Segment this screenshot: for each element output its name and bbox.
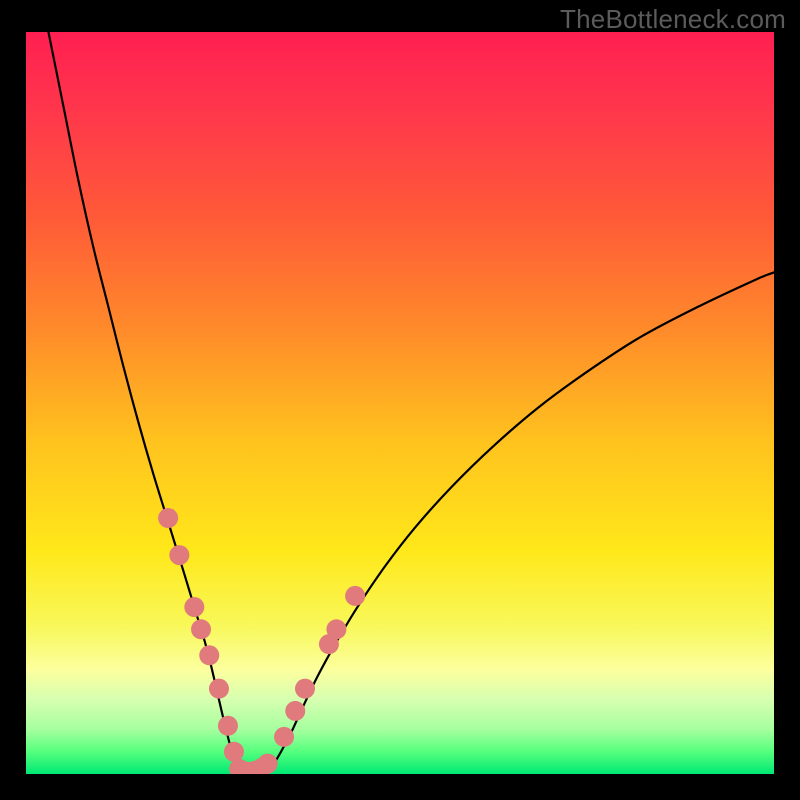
- data-marker: [345, 586, 365, 606]
- data-marker: [218, 716, 238, 736]
- data-marker: [274, 727, 294, 747]
- watermark-text: TheBottleneck.com: [560, 4, 786, 35]
- data-marker: [158, 508, 178, 528]
- data-marker: [184, 597, 204, 617]
- gradient-background: [26, 32, 774, 774]
- data-marker: [199, 645, 219, 665]
- data-marker: [285, 701, 305, 721]
- plot-area: [26, 32, 774, 774]
- app-frame: TheBottleneck.com: [0, 0, 800, 800]
- data-marker: [191, 619, 211, 639]
- chart-svg: [26, 32, 774, 774]
- data-marker: [209, 679, 229, 699]
- data-marker: [169, 545, 189, 565]
- data-marker: [224, 742, 244, 762]
- data-marker: [326, 619, 346, 639]
- data-marker: [295, 679, 315, 699]
- data-marker: [258, 754, 278, 774]
